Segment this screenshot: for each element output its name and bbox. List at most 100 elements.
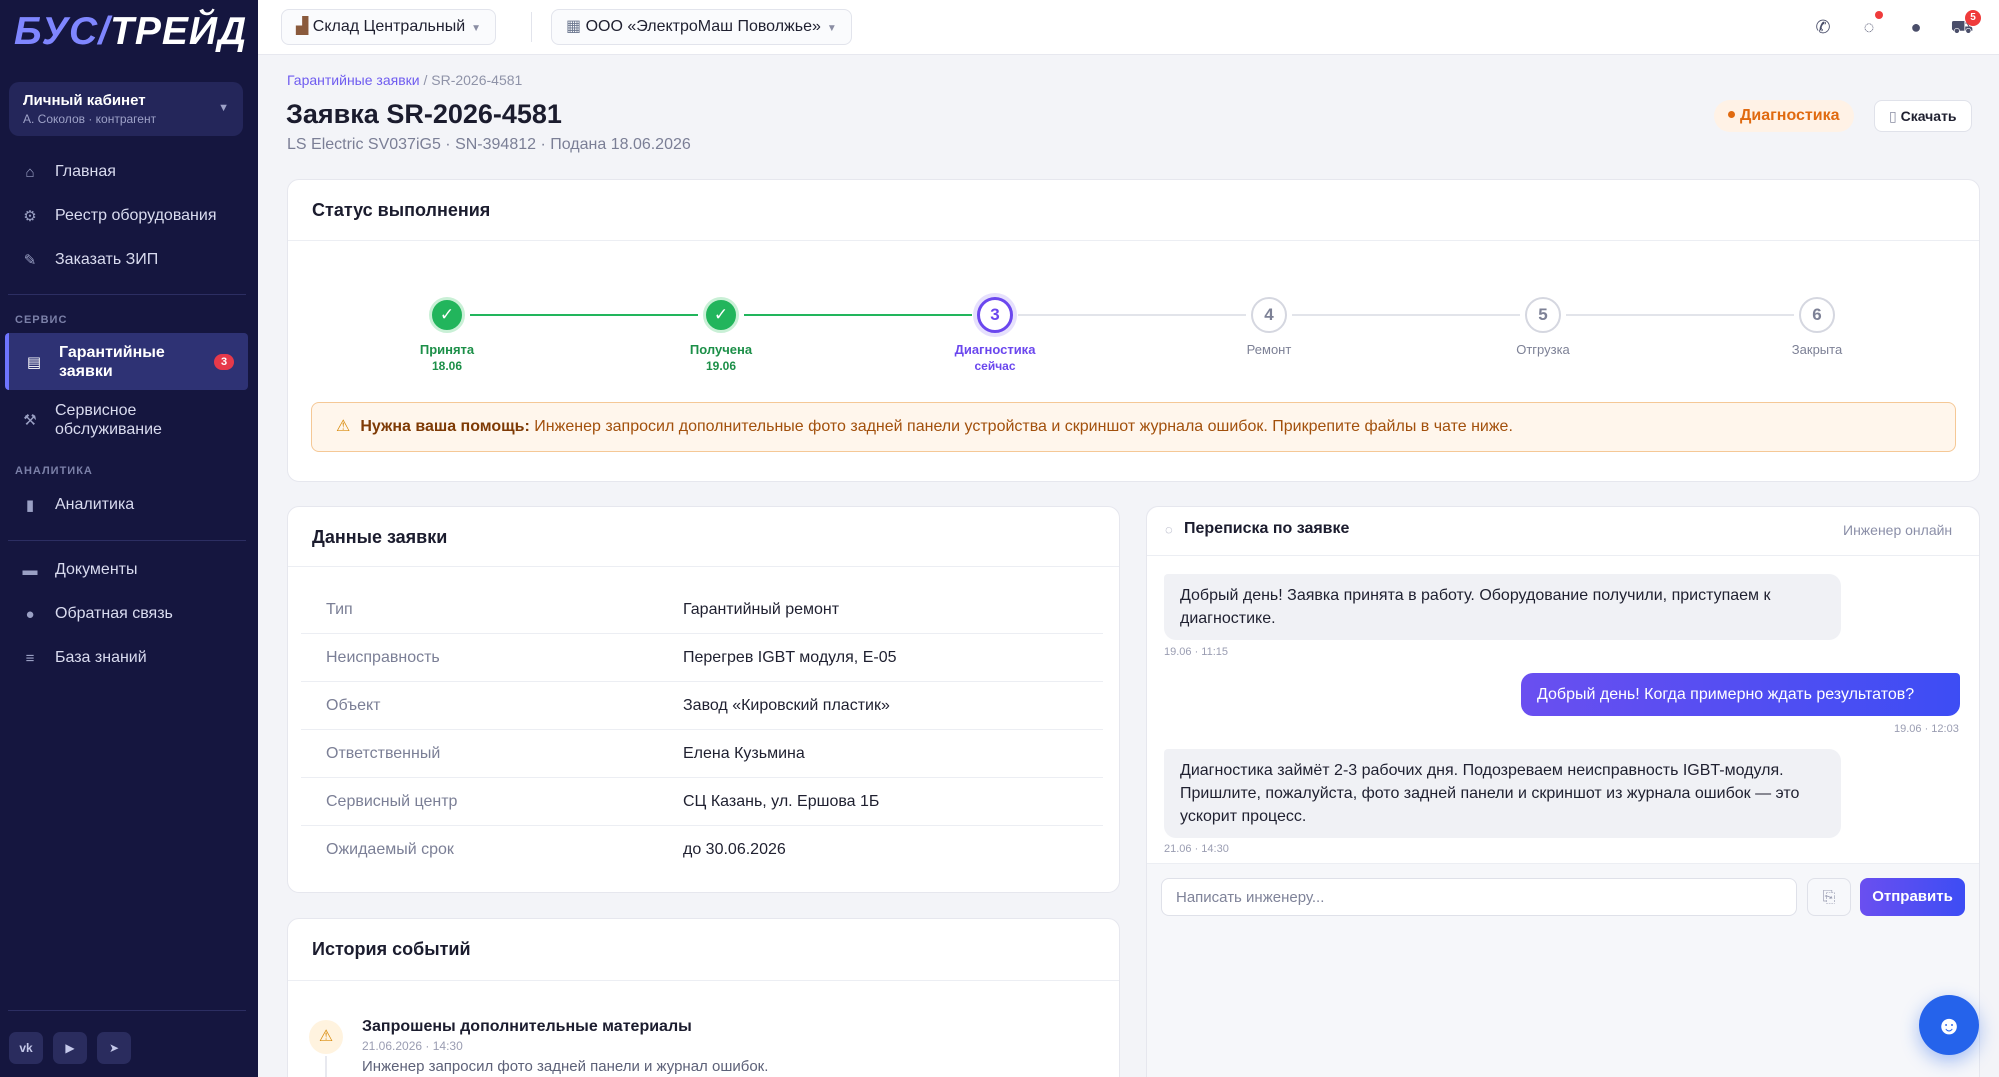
sidebar-item-equipment[interactable]: ⚙ Реестр оборудования [5, 202, 248, 230]
sidebar-item-label: Аналитика [55, 496, 135, 513]
event-time: 21.06.2026 · 14:30 [362, 1039, 463, 1053]
breadcrumb-link[interactable]: Гарантийные заявки [287, 72, 420, 88]
sidebar: БУС/ТРЕЙД Личный кабинет А. Соколов · ко… [0, 0, 258, 1077]
count-badge: 3 [214, 353, 234, 370]
section-label-service: СЕРВИС [15, 314, 68, 326]
progress-line [470, 314, 698, 316]
building-icon: ▦ [566, 18, 582, 35]
telegram-icon[interactable]: ➤ [97, 1032, 131, 1064]
logo-part-2: ТРЕЙД [110, 10, 248, 53]
youtube-icon[interactable]: ▶ [53, 1032, 87, 1064]
chat-icon: ● [25, 605, 35, 623]
sidebar-item-label: Главная [55, 163, 116, 180]
step-label: Закрыта [1747, 342, 1887, 357]
message-time: 21.06 · 14:30 [1164, 843, 1229, 855]
detail-row: Неисправность Перегрев IGBT модуля, E-05 [301, 634, 1103, 682]
divider [288, 566, 1119, 567]
step-label: Получена 19.06 [651, 342, 791, 373]
engineer-status: Инженер онлайн [1843, 522, 1953, 538]
divider [8, 540, 246, 541]
clipboard-icon: ▤ [26, 353, 42, 371]
timeline-line [325, 1056, 327, 1077]
account-title: Личный кабинет [23, 92, 146, 109]
chevron-down-icon: ▼ [218, 102, 229, 114]
label-line-1: Сервисное [55, 402, 137, 419]
account-switcher[interactable]: Личный кабинет А. Соколов · контрагент ▼ [9, 82, 243, 136]
step-name: Закрыта [1791, 342, 1843, 357]
detail-row: Ответственный Елена Кузьмина [301, 730, 1103, 778]
progress-line [744, 314, 972, 316]
step-number: 6 [1799, 297, 1835, 333]
company-select[interactable]: ▦ ООО «ЭлектроМаш Поволжье» ▼ [551, 9, 852, 45]
logo-part-1: БУС [14, 10, 99, 53]
step-label: Ремонт [1199, 342, 1339, 357]
help-alert: ⚠ Нужна ваша помощь: Инженер запросил доп… [311, 402, 1956, 452]
chat-input[interactable] [1161, 878, 1797, 916]
divider [8, 294, 246, 295]
sidebar-item-knowledge-base[interactable]: ≡ База знаний [5, 644, 248, 672]
sidebar-item-documents[interactable]: ▬ Документы [5, 556, 248, 584]
attach-icon[interactable]: ⎘ [1807, 878, 1851, 916]
check-icon: ✓ [703, 297, 739, 333]
event-title: Запрошены дополнительные материалы [362, 1018, 692, 1035]
vk-icon[interactable]: vk [9, 1032, 43, 1064]
send-button[interactable]: Отправить [1860, 878, 1965, 916]
card-title: Статус выполнения [312, 200, 491, 220]
chat-message-outgoing: Добрый день! Когда примерно ждать резуль… [1521, 673, 1960, 716]
file-icon: ▯ [1889, 108, 1897, 124]
step-6: 6 [1797, 297, 1837, 333]
books-icon: ≡ [25, 649, 35, 667]
page-title: Заявка SR-2026-4581 [286, 99, 562, 129]
divider [1147, 863, 1979, 864]
sidebar-item-label: Гарантийные заявки [59, 343, 165, 381]
chat-icon: ◌ [1165, 522, 1173, 537]
cart-icon[interactable]: ⛟ 5 [1949, 10, 1981, 40]
assistant-bot-icon[interactable]: ☻ [1919, 995, 1979, 1055]
chat-message-incoming: Добрый день! Заявка принята в работу. Об… [1164, 574, 1841, 640]
warehouse-select[interactable]: ▟ Склад Центральный ▼ [281, 9, 497, 45]
divider [288, 240, 1979, 241]
step-name: Получена [689, 342, 753, 357]
step-1: ✓ [427, 297, 467, 333]
sidebar-item-label: Реестр оборудования [55, 207, 217, 224]
progress-line [1018, 314, 1246, 316]
sidebar-item-order-parts[interactable]: ✎ Заказать ЗИП [5, 246, 248, 274]
sidebar-item-home[interactable]: ⌂ Главная [5, 158, 248, 186]
step-name: Диагностика [954, 342, 1036, 357]
user-icon[interactable]: ● [1903, 14, 1929, 40]
phone-icon[interactable]: ✆ [1810, 14, 1836, 40]
logo[interactable]: БУС/ТРЕЙД [14, 10, 247, 54]
step-2: ✓ [701, 297, 741, 333]
divider [531, 12, 532, 42]
topbar: ▟ Склад Центральный ▼ ▦ ООО «ЭлектроМаш П… [258, 0, 1999, 55]
warning-icon: ⚠ [309, 1020, 343, 1054]
status-badge: Диагностика [1714, 100, 1854, 132]
detail-key: Объект [326, 697, 381, 714]
status-label: Диагностика [1740, 107, 1840, 124]
sidebar-item-warranty[interactable]: ▤ Гарантийные заявки 3 [5, 333, 248, 390]
factory-icon: ▟ [296, 18, 309, 35]
notification-dot [1875, 11, 1883, 19]
sidebar-item-label: Сервисное обслуживание [55, 401, 162, 439]
tool-icon: ⚒ [23, 412, 37, 429]
detail-value: Елена Кузьмина [683, 745, 805, 762]
warehouse-label: Склад Центральный [312, 18, 466, 35]
step-label: Отгрузка [1473, 342, 1613, 357]
sidebar-item-service[interactable]: ⚒ Сервисное обслуживание [5, 400, 248, 440]
sidebar-item-analytics[interactable]: ▮ Аналитика [5, 491, 248, 519]
detail-value: СЦ Казань, ул. Ершова 1Б [683, 793, 880, 810]
step-number: 3 [977, 297, 1013, 333]
home-icon: ⌂ [25, 163, 35, 181]
divider [288, 980, 1119, 981]
detail-key: Неисправность [326, 649, 440, 666]
check-icon: ✓ [429, 297, 465, 333]
account-subtitle: А. Соколов · контрагент [23, 112, 157, 126]
detail-value: Завод «Кировский пластик» [683, 697, 890, 714]
sidebar-item-label: База знаний [55, 649, 147, 666]
messages-icon[interactable]: ◌ [1856, 11, 1883, 40]
sidebar-item-feedback[interactable]: ● Обратная связь [5, 600, 248, 628]
download-button[interactable]: ▯ Скачать [1874, 100, 1972, 132]
chat-title: Переписка по заявке [1184, 520, 1350, 537]
step-label: Принята 18.06 [377, 342, 517, 373]
step-date: 19.06 [705, 359, 737, 373]
